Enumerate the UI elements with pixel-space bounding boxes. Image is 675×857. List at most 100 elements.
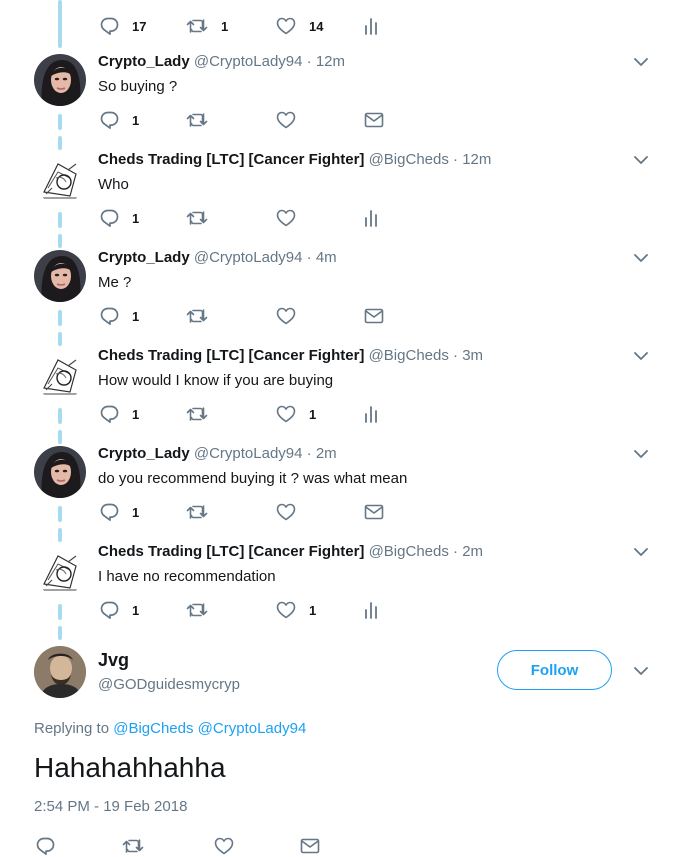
retweet-button[interactable]: 1 [186,16,228,36]
tweet-time[interactable]: · 12m [307,53,345,70]
reply-tweet[interactable]: Crypto_Lady @CryptoLady94 · 12m So buying… [0,48,675,146]
like-button[interactable] [276,208,296,228]
analytics-button[interactable] [364,600,378,620]
dm-button[interactable] [300,836,320,856]
tweet-text: How would I know if you are buying [98,372,334,389]
main-tweet-timestamp[interactable]: 2:54 PM - 19 Feb 2018 [34,798,187,815]
main-tweet-author-name[interactable]: Jvg [98,650,129,671]
like-button[interactable] [276,110,296,130]
chevron-down-icon [634,450,648,458]
reply-button[interactable]: 1 [100,404,139,424]
like-button[interactable] [276,502,296,522]
retweet-button[interactable] [186,208,208,228]
dm-button[interactable] [364,110,384,130]
avatar[interactable] [34,348,86,400]
like-count: 1 [309,602,317,618]
tweet-time[interactable]: · 4m [307,249,337,266]
reply-tweet[interactable]: Cheds Trading [LTC] [Cancer Fighter] @Bi… [0,342,675,440]
reply-button[interactable]: 1 [100,600,139,620]
author-name[interactable]: Cheds Trading [LTC] [Cancer Fighter] [98,151,364,168]
tweet-time[interactable]: · 2m [453,543,483,560]
author-handle[interactable]: @BigCheds [369,347,449,364]
more-options-button[interactable] [631,542,651,562]
more-options-button[interactable] [631,52,651,72]
retweet-button[interactable] [186,600,208,620]
replying-to-link[interactable]: @BigCheds [113,720,193,737]
tweet-actions: 1 [98,110,398,130]
more-options-button[interactable] [631,661,651,681]
tweet-time[interactable]: · 12m [453,151,491,168]
reply-tweet[interactable]: Cheds Trading [LTC] [Cancer Fighter] @Bi… [0,146,675,244]
avatar[interactable] [34,250,86,302]
like-button[interactable]: 1 [276,404,316,424]
author-handle[interactable]: @CryptoLady94 [194,249,303,266]
analytics-button[interactable] [364,404,378,424]
retweet-icon [122,839,144,853]
reply-button[interactable]: 1 [100,502,139,522]
reply-button[interactable]: 17 [100,16,146,36]
retweet-button[interactable] [122,836,144,856]
chevron-down-icon [634,58,648,66]
analytics-button[interactable] [364,16,378,36]
reply-tweet[interactable]: Crypto_Lady @CryptoLady94 · 2m do you rec… [0,440,675,538]
reply-tweet[interactable]: Cheds Trading [LTC] [Cancer Fighter] @Bi… [0,538,675,636]
reply-icon [100,405,119,423]
tweet-header: Cheds Trading [LTC] [Cancer Fighter] @Bi… [98,543,483,560]
more-options-button[interactable] [631,444,651,464]
author-name[interactable]: Cheds Trading [LTC] [Cancer Fighter] [98,543,364,560]
like-button[interactable] [276,306,296,326]
more-options-button[interactable] [631,346,651,366]
like-button[interactable]: 1 [276,600,316,620]
replying-to-link[interactable]: @CryptoLady94 [198,720,307,737]
author-handle[interactable]: @CryptoLady94 [194,53,303,70]
reply-button[interactable]: 1 [100,110,139,130]
more-options-button[interactable] [631,248,651,268]
avatar[interactable] [34,152,86,204]
main-tweet-actions [34,836,334,857]
author-name[interactable]: Crypto_Lady [98,445,190,462]
main-tweet-author-handle[interactable]: @GODguidesmycryp [98,676,240,693]
author-name[interactable]: Crypto_Lady [98,249,190,266]
heart-icon [276,209,296,227]
retweet-button[interactable] [186,110,208,130]
like-button[interactable]: 14 [276,16,323,36]
thread-line [58,0,62,48]
analytics-icon [365,18,377,35]
analytics-button[interactable] [364,208,378,228]
reply-count: 1 [132,308,140,324]
tweet-actions: 11 [98,600,398,620]
retweet-button[interactable] [186,306,208,326]
retweet-button[interactable] [186,502,208,522]
heart-icon [276,503,296,521]
dm-button[interactable] [364,502,384,522]
tweet-time[interactable]: · 3m [453,347,483,364]
reply-button[interactable]: 1 [100,306,139,326]
like-button[interactable] [214,836,234,856]
author-name[interactable]: Crypto_Lady [98,53,190,70]
tweet-text: So buying ? [98,78,178,95]
reply-button[interactable] [36,836,55,856]
tweet-time[interactable]: · 2m [307,445,337,462]
avatar[interactable] [34,544,86,596]
analytics-icon [365,210,377,227]
avatar[interactable] [34,54,86,106]
reply-count: 1 [132,406,140,422]
avatar[interactable] [34,646,86,698]
author-handle[interactable]: @BigCheds [369,151,449,168]
envelope-icon [364,504,384,520]
more-options-button[interactable] [631,150,651,170]
tweet-actions: 1 [98,502,398,522]
author-handle[interactable]: @CryptoLady94 [194,445,303,462]
dm-button[interactable] [364,306,384,326]
heart-icon [276,405,296,423]
reply-icon [100,209,119,227]
reply-button[interactable]: 1 [100,208,139,228]
retweet-button[interactable] [186,404,208,424]
author-handle[interactable]: @BigCheds [369,543,449,560]
author-name[interactable]: Cheds Trading [LTC] [Cancer Fighter] [98,347,364,364]
follow-button[interactable]: Follow [497,650,612,690]
retweet-icon [186,309,208,323]
analytics-icon [365,602,377,619]
avatar[interactable] [34,446,86,498]
reply-tweet[interactable]: Crypto_Lady @CryptoLady94 · 4m Me ? 1 [0,244,675,342]
